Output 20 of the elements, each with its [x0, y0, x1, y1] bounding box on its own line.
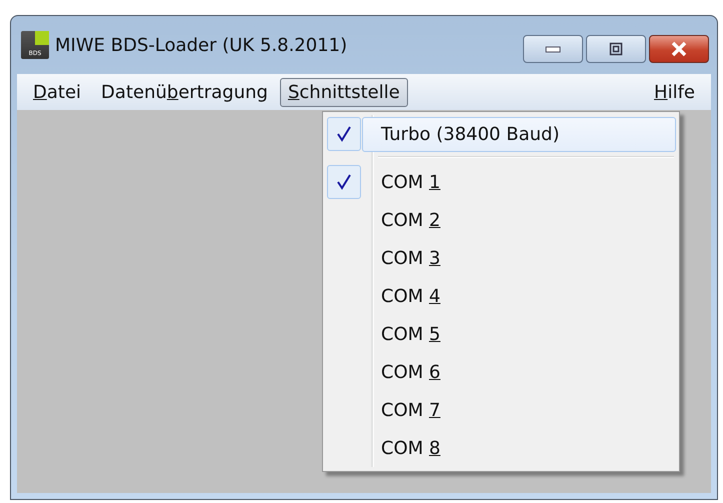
- menu-option[interactable]: COM 1: [362, 164, 676, 200]
- menu-option[interactable]: Turbo (38400 Baud): [362, 116, 676, 152]
- menu-option[interactable]: COM 7: [362, 392, 676, 428]
- menu-option[interactable]: COM 6: [362, 354, 676, 390]
- maximize-button[interactable]: [586, 35, 646, 63]
- minimize-icon: [545, 45, 561, 53]
- menu-item[interactable]: Datei: [25, 78, 90, 106]
- close-button[interactable]: [649, 35, 709, 63]
- menu-option[interactable]: COM 4: [362, 278, 676, 314]
- menu-option[interactable]: COM 5: [362, 316, 676, 352]
- menu-option[interactable]: COM 2: [362, 202, 676, 238]
- menu-option[interactable]: COM 8: [362, 430, 676, 466]
- maximize-icon: [609, 42, 623, 56]
- menu-item[interactable]: Datenübertragung: [93, 78, 276, 106]
- menu-item[interactable]: Schnittstelle: [280, 78, 408, 106]
- close-icon: [670, 41, 688, 57]
- menu-option[interactable]: COM 3: [362, 240, 676, 276]
- minimize-button[interactable]: [523, 35, 583, 63]
- window-title: MIWE BDS-Loader (UK 5.8.2011): [55, 34, 348, 56]
- menu-item[interactable]: Hilfe: [646, 78, 703, 106]
